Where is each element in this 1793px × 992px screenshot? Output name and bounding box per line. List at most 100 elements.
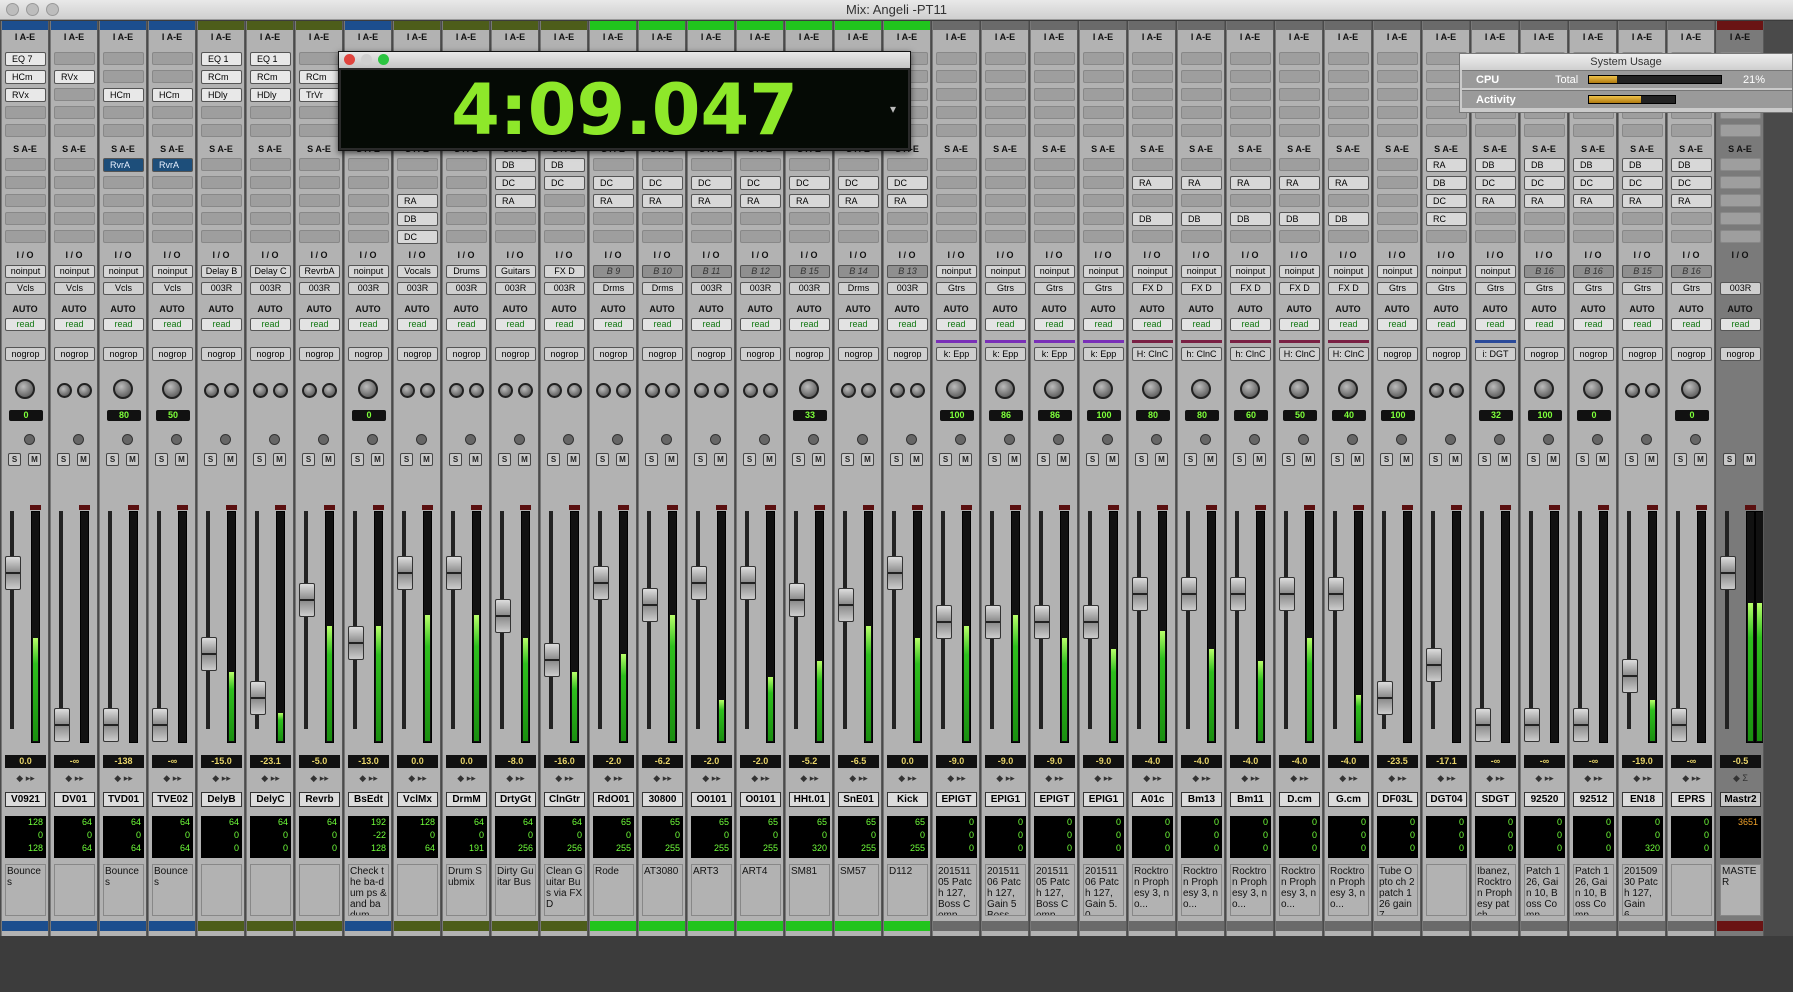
automation-mode-selector[interactable]: read	[397, 318, 438, 331]
insert-slot-empty[interactable]	[1328, 88, 1369, 101]
send-slot[interactable]: DB	[1181, 212, 1222, 226]
automation-mode-selector[interactable]: read	[985, 318, 1026, 331]
volume-fader[interactable]	[495, 599, 511, 633]
input-selector[interactable]: Guitars	[495, 265, 536, 278]
send-slot-empty[interactable]	[1720, 194, 1761, 207]
volume-fader[interactable]	[1181, 577, 1197, 611]
input-selector[interactable]: FX D	[544, 265, 585, 278]
record-enable-button[interactable]	[465, 434, 476, 445]
send-slot[interactable]: DC	[593, 176, 634, 190]
group-selector[interactable]: nogrop	[446, 347, 487, 361]
record-enable-button[interactable]	[1592, 434, 1603, 445]
send-slot-empty[interactable]	[54, 194, 95, 207]
volume-readout[interactable]: -∞	[1671, 755, 1712, 768]
send-slot-empty[interactable]	[446, 176, 487, 189]
volume-fader[interactable]	[887, 556, 903, 590]
volume-fader[interactable]	[1230, 577, 1246, 611]
solo-button[interactable]: S	[1380, 453, 1393, 466]
mute-button[interactable]: M	[371, 453, 384, 466]
record-enable-button[interactable]	[661, 434, 672, 445]
insert-slot[interactable]: RVx	[5, 88, 46, 102]
send-slot[interactable]: RA	[691, 194, 732, 208]
pan-knob-right[interactable]	[224, 383, 239, 398]
send-slot-empty[interactable]	[1034, 158, 1075, 171]
track-name[interactable]: HHt.01	[789, 792, 830, 807]
pan-knob-left[interactable]	[645, 383, 660, 398]
send-slot-empty[interactable]	[887, 230, 928, 243]
mute-button[interactable]: M	[1498, 453, 1511, 466]
pan-knob-right[interactable]	[322, 383, 337, 398]
clip-indicator[interactable]	[373, 505, 384, 510]
pan-knob-left[interactable]	[498, 383, 513, 398]
solo-button[interactable]: S	[302, 453, 315, 466]
mute-button[interactable]: M	[322, 453, 335, 466]
clip-indicator[interactable]	[1500, 505, 1511, 510]
insert-slot-empty[interactable]	[299, 124, 340, 137]
group-selector[interactable]: nogrop	[5, 347, 46, 361]
clip-indicator[interactable]	[1598, 505, 1609, 510]
record-enable-button[interactable]	[612, 434, 623, 445]
pan-knob[interactable]	[1191, 379, 1211, 399]
mute-button[interactable]: M	[1743, 453, 1756, 466]
insert-slot-empty[interactable]	[1230, 52, 1271, 65]
send-slot-empty[interactable]	[985, 194, 1026, 207]
send-slot-empty[interactable]	[348, 212, 389, 225]
insert-slot[interactable]: RCm	[250, 70, 291, 84]
pan-knob-right[interactable]	[763, 383, 778, 398]
send-slot-empty[interactable]	[691, 230, 732, 243]
system-usage-window[interactable]: System Usage CPU Total 21% Activity	[1459, 53, 1793, 113]
insert-slot-empty[interactable]	[1034, 106, 1075, 119]
automation-mode-selector[interactable]: read	[642, 318, 683, 331]
automation-mode-selector[interactable]: read	[1034, 318, 1075, 331]
solo-button[interactable]: S	[743, 453, 756, 466]
send-slot-empty[interactable]	[152, 194, 193, 207]
group-selector[interactable]: nogrop	[593, 347, 634, 361]
insert-slot-empty[interactable]	[1279, 70, 1320, 83]
pan-knob-right[interactable]	[1645, 383, 1660, 398]
volume-readout[interactable]: -6.5	[838, 755, 879, 768]
pan-knob-right[interactable]	[910, 383, 925, 398]
volume-fader[interactable]	[838, 588, 854, 622]
insert-slot-empty[interactable]	[1279, 88, 1320, 101]
counter-titlebar[interactable]	[339, 52, 910, 68]
clip-indicator[interactable]	[961, 505, 972, 510]
input-selector[interactable]: noinput	[936, 265, 977, 278]
mute-button[interactable]: M	[1204, 453, 1217, 466]
send-slot[interactable]: RA	[1328, 176, 1369, 190]
send-slot-empty[interactable]	[1132, 194, 1173, 207]
insert-slot[interactable]: HCm	[103, 88, 144, 102]
input-selector[interactable]: noinput	[1279, 265, 1320, 278]
volume-readout[interactable]: 0.0	[397, 755, 438, 768]
record-enable-button[interactable]	[171, 434, 182, 445]
mute-button[interactable]: M	[1106, 453, 1119, 466]
insert-slot-empty[interactable]	[103, 106, 144, 119]
input-selector[interactable]: Vocals	[397, 265, 438, 278]
insert-slot-empty[interactable]	[1181, 106, 1222, 119]
input-selector[interactable]: noinput	[1034, 265, 1075, 278]
send-slot-empty[interactable]	[5, 212, 46, 225]
track-comment[interactable]	[1426, 864, 1467, 916]
pan-knob-right[interactable]	[77, 383, 92, 398]
track-name[interactable]: EPRS	[1671, 792, 1712, 807]
volume-readout[interactable]: -5.0	[299, 755, 340, 768]
track-name[interactable]: EPIG1	[985, 792, 1026, 807]
send-slot-empty[interactable]	[985, 158, 1026, 171]
insert-slot-empty[interactable]	[1328, 124, 1369, 137]
input-selector[interactable]: noinput	[348, 265, 389, 278]
automation-mode-selector[interactable]: read	[544, 318, 585, 331]
mute-button[interactable]: M	[1547, 453, 1560, 466]
pan-knob[interactable]	[1387, 379, 1407, 399]
automation-mode-selector[interactable]: read	[1475, 318, 1516, 331]
input-selector[interactable]: B 10	[642, 265, 683, 278]
send-slot[interactable]: RA	[1132, 176, 1173, 190]
send-slot[interactable]: RA	[1524, 194, 1565, 208]
send-slot[interactable]: DC	[1475, 176, 1516, 190]
send-slot-empty[interactable]	[348, 176, 389, 189]
volume-readout[interactable]: -19.0	[1622, 755, 1663, 768]
clip-indicator[interactable]	[79, 505, 90, 510]
insert-slot-empty[interactable]	[103, 124, 144, 137]
insert-slot-empty[interactable]	[1230, 106, 1271, 119]
solo-button[interactable]: S	[253, 453, 266, 466]
insert-slot[interactable]: TrVr	[299, 88, 340, 102]
record-enable-button[interactable]	[857, 434, 868, 445]
